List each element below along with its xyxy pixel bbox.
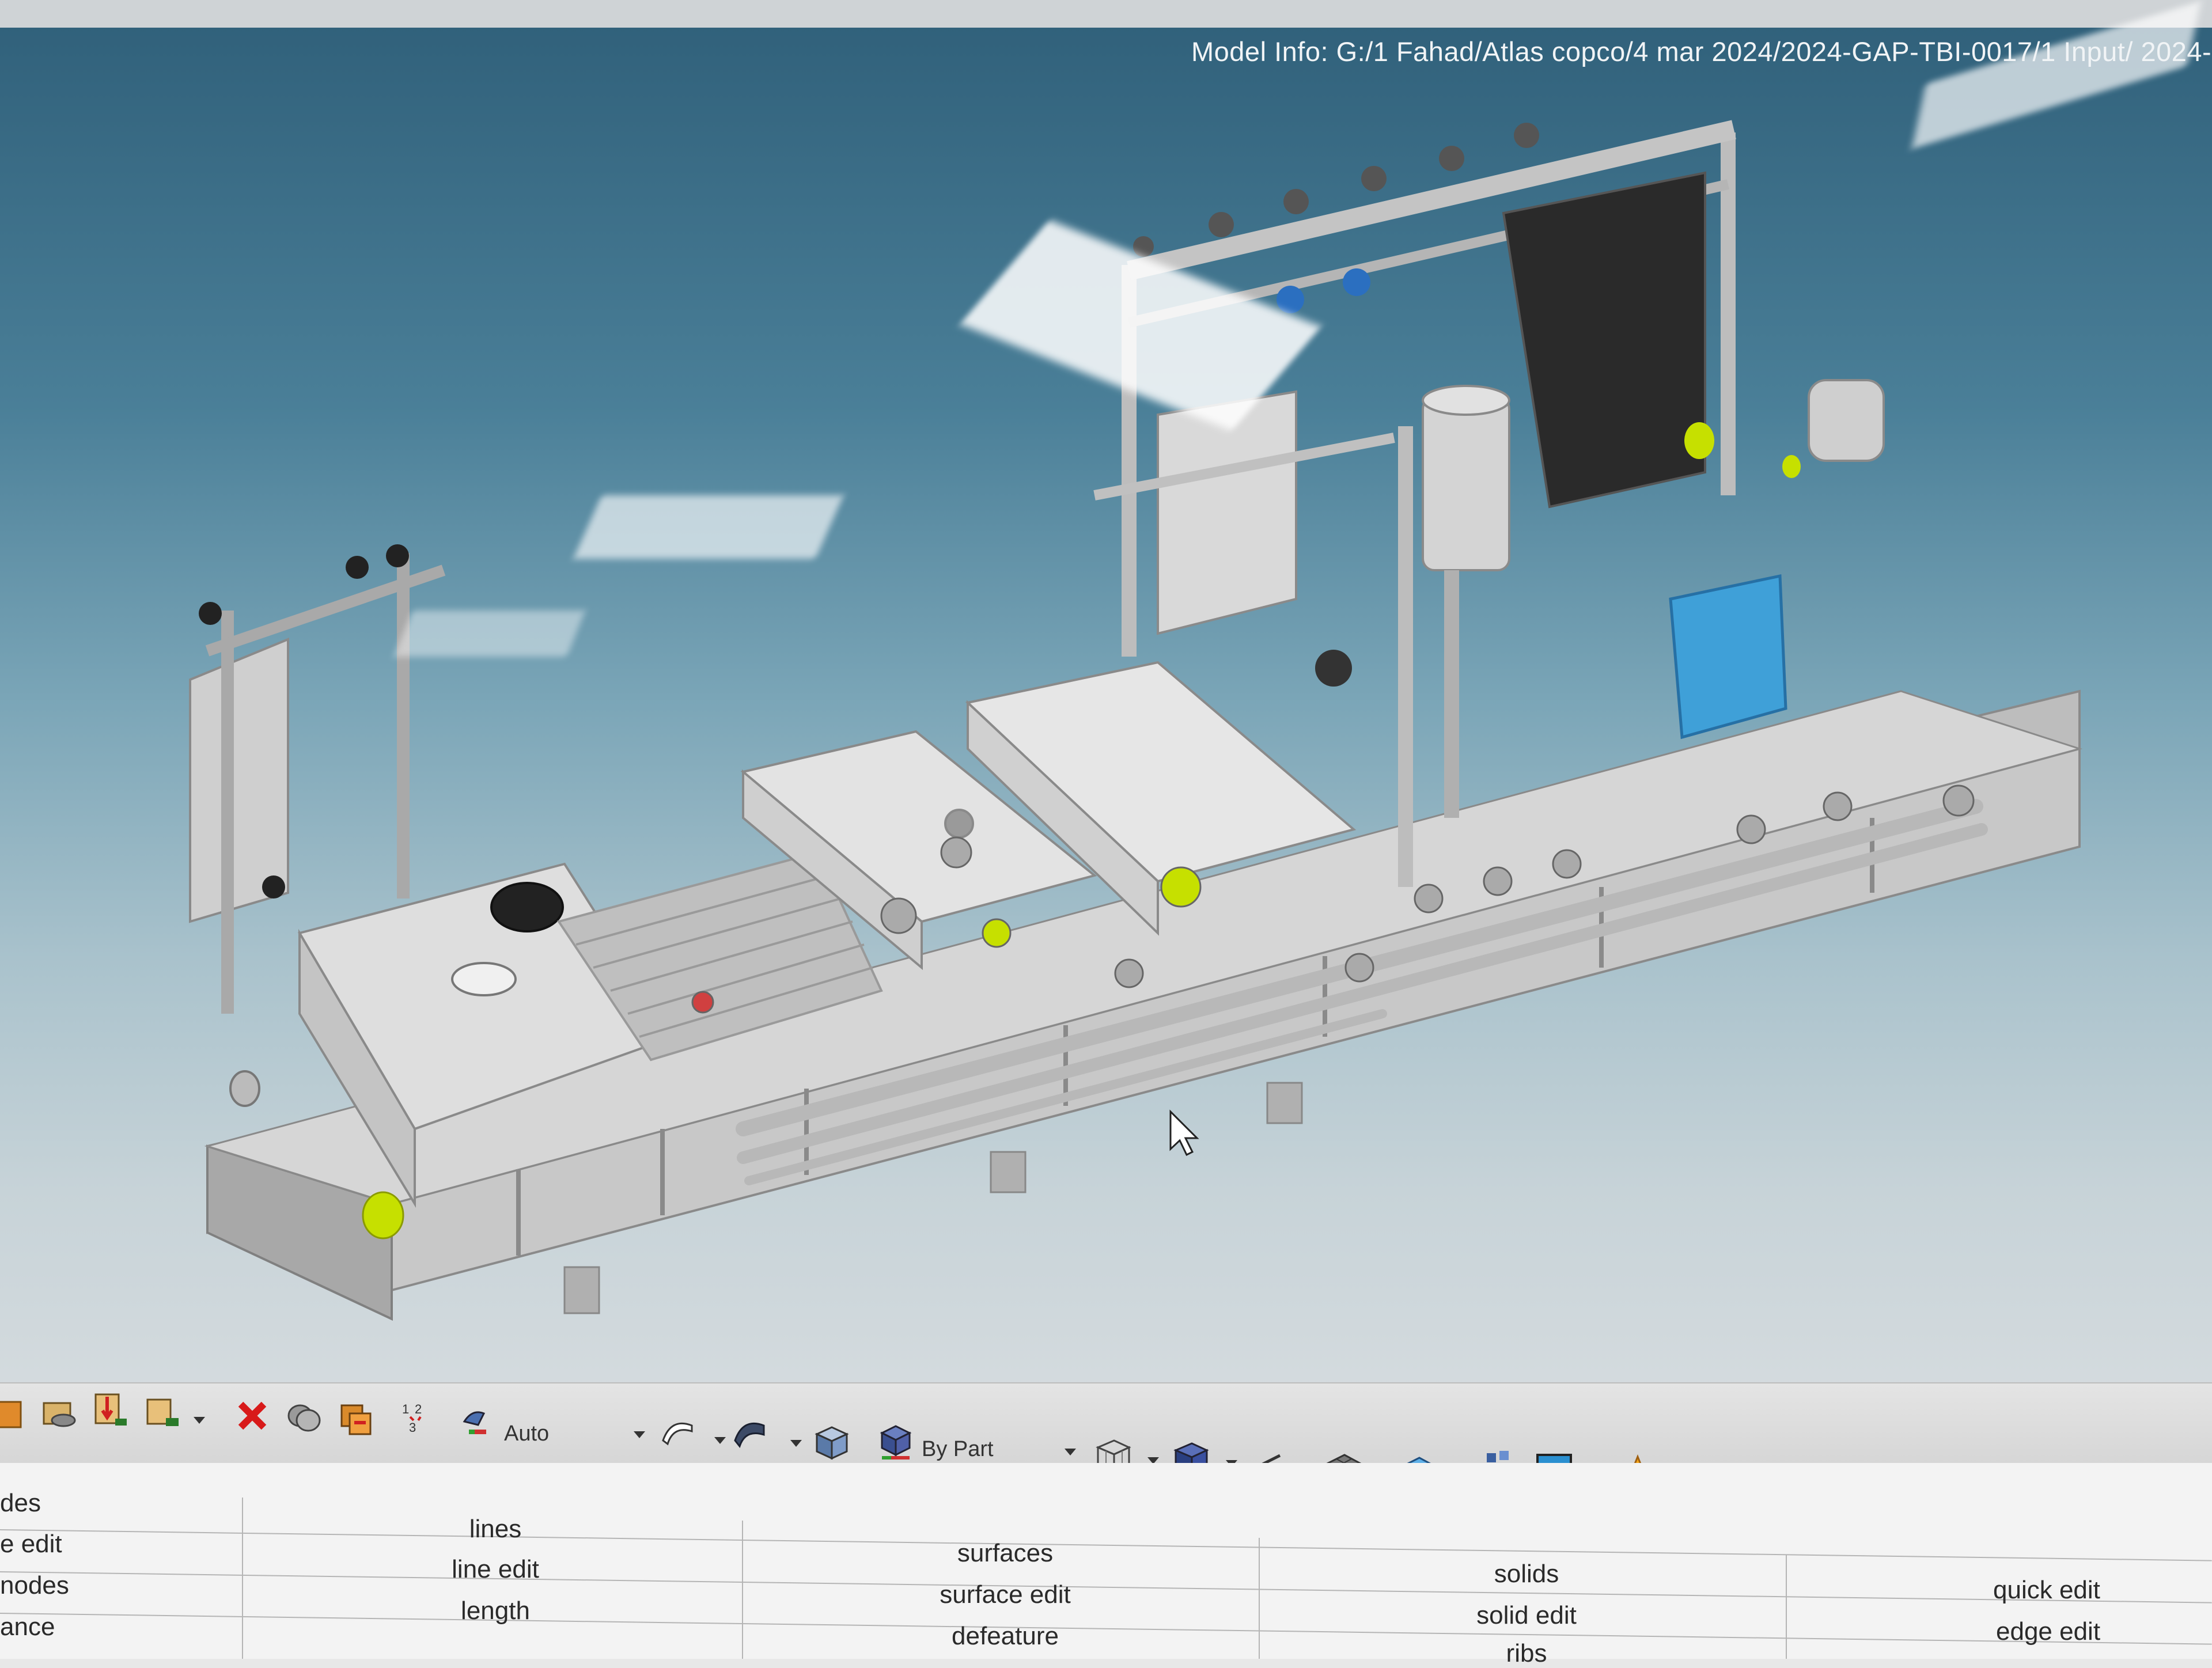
panel-button-solids[interactable]: solids [1264,1560,1789,1589]
panel-button-temp-nodes[interactable]: nodes [0,1571,115,1600]
tag-icon[interactable] [144,1394,182,1432]
panel-divider [242,1498,243,1659]
by-part-icon[interactable] [878,1423,913,1461]
geometry-icon[interactable] [40,1394,78,1432]
shaded-surface-dropdown-arrow[interactable] [790,1440,802,1447]
panel-button-solid-edit[interactable]: solid edit [1264,1601,1789,1630]
color-mode-dropdown-arrow[interactable] [634,1431,645,1438]
panel-button-quick-edit[interactable]: quick edit [1791,1576,2212,1605]
panel-button-length[interactable]: length [248,1597,743,1625]
export-icon[interactable] [92,1391,130,1429]
panel-button-defeature[interactable]: defeature [749,1622,1262,1651]
light-reflection-3 [393,611,586,657]
svg-text:2: 2 [415,1402,422,1416]
display-mode-select[interactable]: By Part [922,1437,994,1462]
panel-button-ribs[interactable]: ribs [1264,1639,1789,1668]
panel-button-edge-edit[interactable]: edge edit [1791,1617,2212,1646]
color-auto-icon[interactable] [461,1405,493,1438]
organize-icon[interactable] [337,1400,375,1438]
solid-cube-icon[interactable] [812,1423,850,1461]
panel-button-lines[interactable]: lines [248,1515,743,1544]
panel-button-nodes[interactable]: des [0,1489,92,1518]
delete-icon[interactable] [236,1400,268,1432]
copy-icon[interactable] [285,1400,323,1438]
svg-text:1: 1 [402,1402,409,1416]
skid-3d-model[interactable] [0,0,2212,1451]
panel-button-line-edit[interactable]: line edit [248,1555,743,1584]
panel-button-surface-edit[interactable]: surface edit [749,1580,1262,1609]
mouse-cursor-icon [1169,1109,1199,1157]
import-icon[interactable] [0,1394,23,1432]
tag-dropdown-arrow[interactable] [194,1417,205,1424]
model-info-text: Model Info: G:/1 Fahad/Atlas copco/4 mar… [1191,36,2212,67]
light-reflection-2 [573,495,844,559]
svg-text:3: 3 [409,1420,416,1435]
color-mode-select[interactable]: Auto [504,1421,549,1446]
shaded-surface-icon[interactable] [732,1414,770,1452]
panel-button-surfaces[interactable]: surfaces [749,1539,1262,1568]
surface-icon[interactable] [660,1414,698,1452]
display-mode-dropdown-arrow[interactable] [1065,1449,1076,1455]
panel-button-distance[interactable]: ance [0,1613,92,1642]
surface-dropdown-arrow[interactable] [714,1437,726,1444]
graphics-viewport[interactable]: Model Info: G:/1 Fahad/Atlas copco/4 mar… [0,0,2212,1451]
panel-button-node-edit[interactable]: e edit [0,1530,92,1559]
numbers-icon[interactable]: 1 2 3 [397,1400,435,1438]
